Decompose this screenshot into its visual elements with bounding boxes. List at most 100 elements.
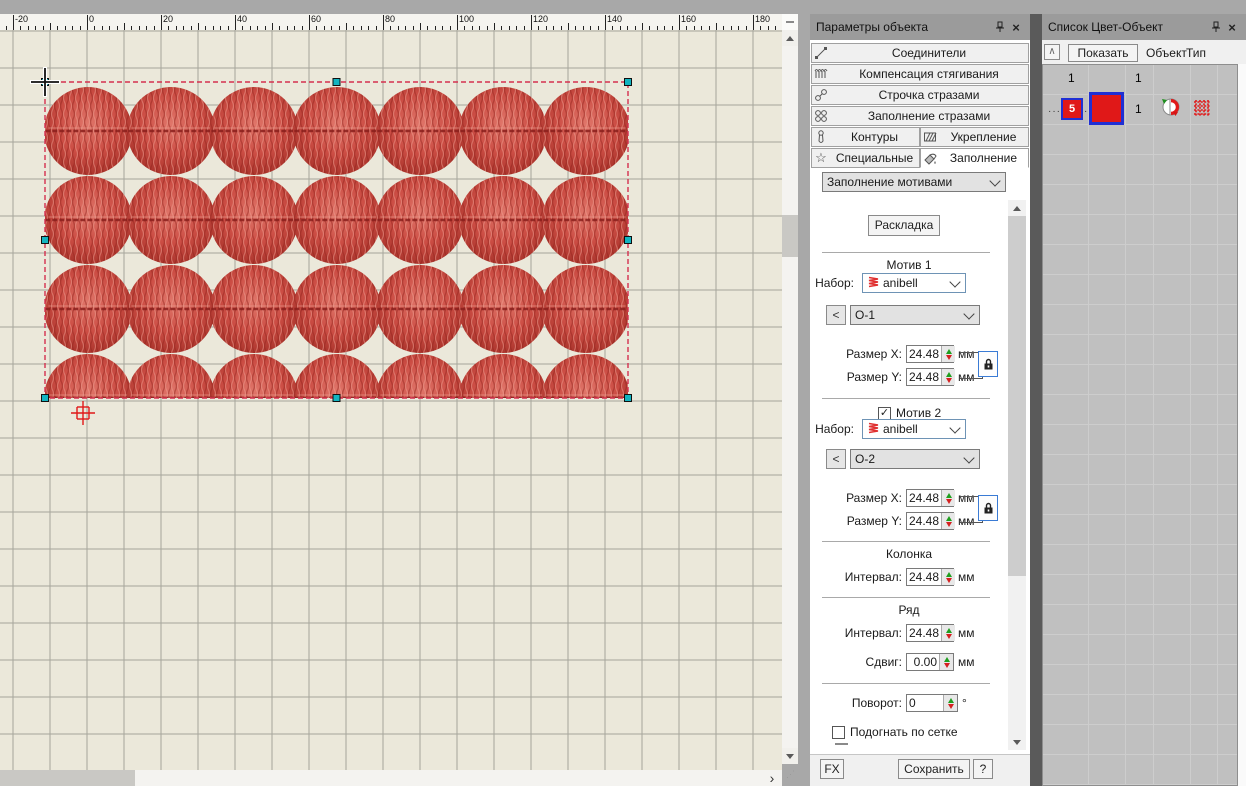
object-parameters-panel: Параметры объекта × Соединители Компенса… bbox=[810, 14, 1030, 786]
color-index-swatch[interactable]: 5 bbox=[1061, 98, 1083, 120]
help-button[interactable]: ? bbox=[973, 759, 993, 779]
pull-compensation-button[interactable]: Компенсация стягивания bbox=[811, 64, 1029, 84]
separator bbox=[822, 683, 990, 684]
connector-icon bbox=[812, 46, 830, 60]
selection-handle bbox=[333, 395, 340, 402]
rotation-field[interactable]: 0 bbox=[906, 694, 958, 712]
motif2-pattern-select[interactable]: O-2 bbox=[850, 449, 980, 469]
spinner[interactable] bbox=[941, 369, 955, 385]
spinner[interactable] bbox=[941, 513, 955, 529]
rhinestone-fill-button[interactable]: Заполнение стразами bbox=[811, 106, 1029, 126]
design-canvas[interactable] bbox=[0, 30, 782, 770]
horizontal-ruler: -20020406080100120140160180 bbox=[0, 14, 782, 31]
fill-bucket-icon bbox=[921, 152, 939, 165]
vertical-scrollbar[interactable] bbox=[782, 46, 798, 748]
scroll-down-button[interactable] bbox=[782, 748, 798, 764]
column-line bbox=[1217, 65, 1218, 785]
selection-handle bbox=[625, 79, 632, 86]
save-button[interactable]: Сохранить bbox=[898, 759, 970, 779]
tab-contours[interactable]: Контуры bbox=[811, 127, 920, 147]
resize-grip[interactable]: ⋰ bbox=[782, 766, 798, 786]
horizontal-scroll-thumb[interactable] bbox=[0, 770, 135, 786]
close-icon[interactable]: × bbox=[1008, 19, 1024, 35]
motif2-title: Мотив 2 bbox=[896, 406, 941, 420]
tab-special[interactable]: ☆ Специальные bbox=[811, 148, 920, 168]
selection-handle bbox=[42, 237, 49, 244]
close-icon[interactable]: × bbox=[1224, 19, 1240, 35]
motif2-prev-button[interactable]: < bbox=[826, 449, 846, 469]
color-panel-titlebar: Список Цвет-Объект × bbox=[1042, 14, 1246, 40]
spinner[interactable] bbox=[943, 695, 957, 711]
snap-to-grid-checkbox[interactable] bbox=[832, 726, 845, 739]
row-interval-field[interactable]: 24.48 bbox=[906, 624, 954, 642]
column-line bbox=[1153, 65, 1154, 785]
scroll-up-button[interactable] bbox=[782, 30, 798, 46]
tab-fill[interactable]: Заполнение bbox=[920, 148, 1029, 168]
motif1-title: Мотив 1 bbox=[810, 258, 1008, 272]
motif2-size-x-field[interactable]: 24.48 bbox=[906, 489, 954, 507]
pin-icon[interactable] bbox=[1208, 19, 1224, 35]
ruler-splitter-box[interactable] bbox=[782, 14, 798, 31]
tab-reinforcement[interactable]: Укрепление bbox=[920, 127, 1029, 147]
motif2-checkbox[interactable] bbox=[878, 407, 891, 420]
motif1-set-label: Набор: bbox=[810, 276, 854, 290]
rhinestone-run-button[interactable]: Строчка стразами bbox=[811, 85, 1029, 105]
lock-icon bbox=[983, 358, 994, 371]
column-interval-field[interactable]: 24.48 bbox=[906, 568, 954, 586]
chevron-down-icon bbox=[989, 175, 1000, 186]
spinner[interactable] bbox=[941, 625, 955, 641]
panel-divider[interactable] bbox=[1030, 14, 1042, 786]
chevron-down-icon bbox=[949, 276, 960, 287]
params-scroll-up[interactable] bbox=[1008, 200, 1026, 216]
spinner[interactable] bbox=[941, 490, 955, 506]
object-color-swatch[interactable] bbox=[1089, 92, 1124, 125]
params-scroll-down[interactable] bbox=[1008, 734, 1026, 750]
column-line bbox=[1190, 65, 1191, 785]
reinforcement-icon bbox=[921, 130, 939, 144]
rhinestone-fill-icon bbox=[812, 109, 830, 123]
separator bbox=[822, 398, 990, 399]
motif1-size-x-label: Размер X: bbox=[810, 347, 902, 361]
motif1-size-x-field[interactable]: 24.48 bbox=[906, 345, 954, 363]
fx-button[interactable]: FX bbox=[820, 759, 844, 779]
spinner[interactable] bbox=[939, 654, 953, 670]
show-button[interactable]: Показать bbox=[1068, 44, 1138, 62]
pin-icon[interactable] bbox=[992, 19, 1008, 35]
selection-handle bbox=[42, 395, 49, 402]
selection-handle bbox=[333, 79, 340, 86]
motif-fill-type-icon bbox=[1192, 98, 1212, 121]
color-wheel-icon[interactable] bbox=[1159, 95, 1183, 122]
params-scroll-thumb[interactable] bbox=[1008, 216, 1026, 576]
motif2-set-select[interactable]: anibell bbox=[862, 419, 966, 439]
table-right-gutter bbox=[1238, 64, 1246, 786]
motif2-size-lock[interactable] bbox=[978, 495, 998, 521]
clipped-next-control bbox=[835, 743, 848, 745]
motif1-prev-button[interactable]: < bbox=[826, 305, 846, 325]
motif1-pattern-select[interactable]: O-1 bbox=[850, 305, 980, 325]
row-section-title: Ряд bbox=[810, 603, 1008, 617]
lock-icon bbox=[983, 502, 994, 515]
separator bbox=[822, 541, 990, 542]
scroll-right-button[interactable]: › bbox=[762, 770, 782, 786]
motif2-size-y-field[interactable]: 24.48 bbox=[906, 512, 954, 530]
selection-handle bbox=[625, 237, 632, 244]
layout-button[interactable]: Раскладка bbox=[868, 215, 940, 236]
motif1-size-y-field[interactable]: 24.48 bbox=[906, 368, 954, 386]
zigzag-icon bbox=[867, 422, 880, 437]
motif1-size-y-label: Размер Y: bbox=[810, 370, 902, 384]
fill-type-select[interactable]: Заполнение мотивами bbox=[822, 172, 1006, 192]
spinner[interactable] bbox=[941, 346, 955, 362]
tree-dots: ··· bbox=[1048, 106, 1061, 117]
collapse-button[interactable]: ∧ bbox=[1044, 44, 1060, 60]
motif1-size-lock[interactable] bbox=[978, 351, 998, 377]
vertical-scroll-thumb[interactable] bbox=[782, 215, 798, 257]
motif1-set-select[interactable]: anibell bbox=[862, 273, 966, 293]
tree-dots: · bbox=[1084, 106, 1088, 117]
params-panel-titlebar: Параметры объекта × bbox=[810, 14, 1030, 40]
spinner[interactable] bbox=[941, 569, 955, 585]
contours-icon bbox=[812, 130, 830, 144]
snap-to-grid-label: Подогнать по сетке bbox=[850, 725, 958, 739]
color-object-table[interactable] bbox=[1042, 64, 1238, 786]
connectors-button[interactable]: Соединители bbox=[811, 43, 1029, 63]
row-offset-field[interactable]: 0.00 bbox=[906, 653, 954, 671]
